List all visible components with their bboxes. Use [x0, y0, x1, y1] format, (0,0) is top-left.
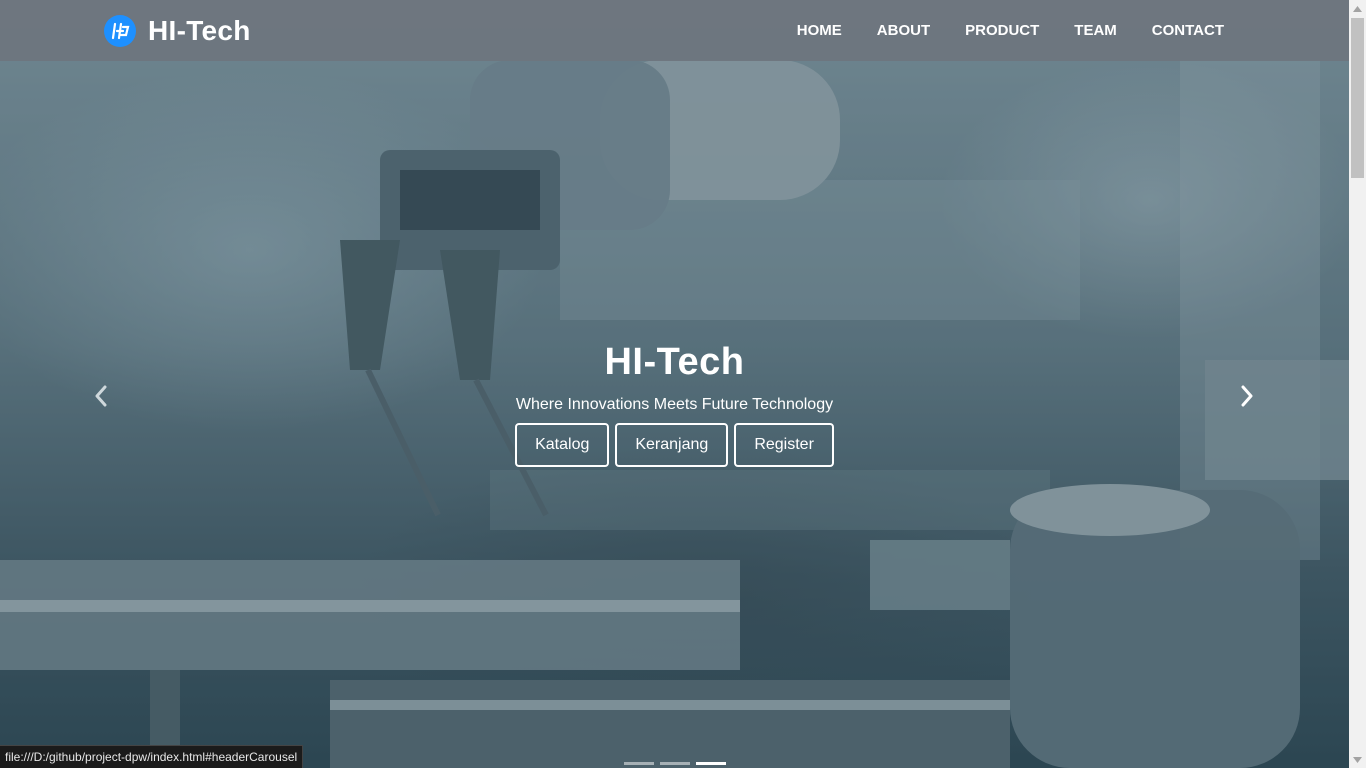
register-button[interactable]: Register [734, 423, 834, 467]
scroll-down-arrow-icon[interactable] [1349, 751, 1366, 768]
nav-product-link[interactable]: PRODUCT [965, 22, 1039, 39]
carousel-indicator-1[interactable] [623, 762, 654, 765]
nav-home-link[interactable]: HOME [797, 22, 842, 39]
browser-viewport: HI-Tech HOME ABOUT PRODUCT TEAM CONTACT … [0, 0, 1366, 768]
nav-contact-link[interactable]: CONTACT [1152, 22, 1224, 39]
nav-team-link[interactable]: TEAM [1074, 22, 1117, 39]
scroll-up-arrow-icon[interactable] [1349, 0, 1366, 17]
nav-about-link[interactable]: ABOUT [877, 22, 930, 39]
hero-button-group: Katalog Keranjang Register [0, 423, 1349, 467]
link-status-bar: file:///D:/github/project-dpw/index.html… [0, 745, 304, 768]
top-navbar: HI-Tech HOME ABOUT PRODUCT TEAM CONTACT [0, 0, 1349, 61]
brand-link[interactable]: HI-Tech [104, 14, 251, 48]
katalog-button[interactable]: Katalog [515, 423, 610, 467]
nav-menu: HOME ABOUT PRODUCT TEAM CONTACT [797, 0, 1224, 61]
chevron-right-icon [1241, 385, 1253, 407]
hero-title: HI-Tech [604, 341, 745, 383]
chevron-left-icon [95, 385, 107, 407]
brand-name: HI-Tech [148, 15, 251, 46]
scroll-thumb[interactable] [1351, 18, 1364, 178]
keranjang-button[interactable]: Keranjang [615, 423, 729, 467]
carousel-next-button[interactable] [1232, 380, 1262, 412]
hp-globe-icon [104, 15, 136, 47]
carousel-prev-button[interactable] [86, 380, 116, 412]
carousel-indicator-2[interactable] [659, 762, 690, 765]
page-scrollbar[interactable] [1349, 0, 1366, 768]
hero-subtitle: Where Innovations Meets Future Technolog… [515, 396, 834, 413]
carousel-caption: HI-Tech Where Innovations Meets Future T… [0, 336, 1349, 467]
carousel-indicator-3[interactable] [695, 762, 726, 765]
